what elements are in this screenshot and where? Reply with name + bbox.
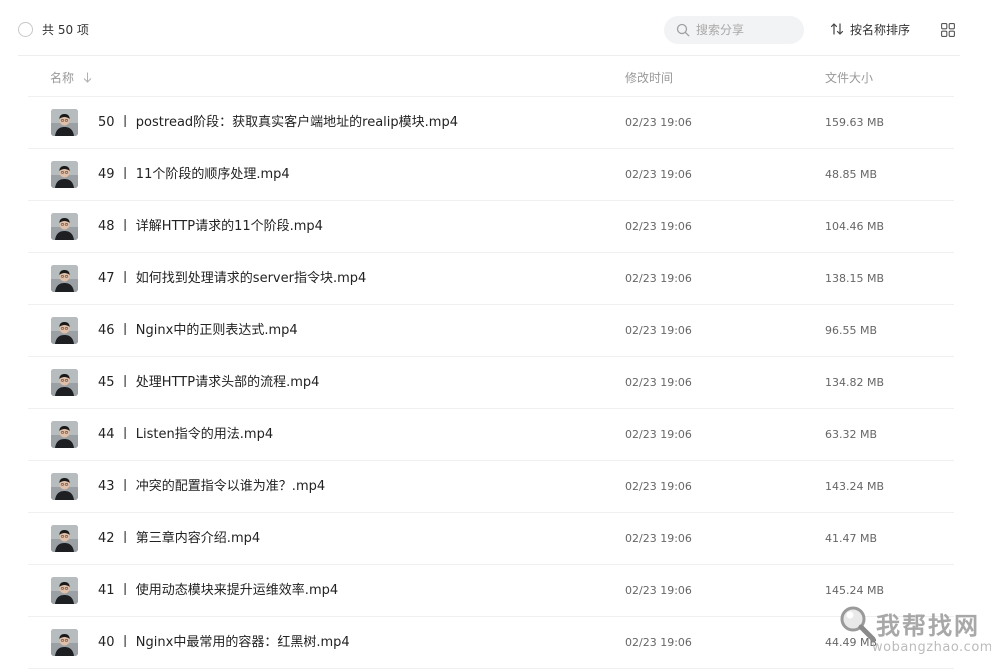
file-row[interactable]: 45 丨 处理HTTP请求头部的流程.mp4 02/23 19:06 134.8…	[28, 357, 954, 409]
toolbar: 共 50 项 按名称排序	[0, 0, 991, 56]
toolbar-divider	[18, 55, 960, 56]
watermark-text: 我帮找网	[876, 612, 980, 640]
file-name[interactable]: 48 丨 详解HTTP请求的11个阶段.mp4	[98, 218, 323, 236]
file-name[interactable]: 49 丨 11个阶段的顺序处理.mp4	[98, 166, 290, 184]
file-size: 104.46 MB	[825, 220, 885, 233]
file-row[interactable]: 40 丨 Nginx中最常用的容器：红黑树.mp4 02/23 19:06 44…	[28, 617, 954, 669]
search-box[interactable]	[664, 16, 804, 44]
file-row[interactable]: 41 丨 使用动态模块来提升运维效率.mp4 02/23 19:06 145.2…	[28, 565, 954, 617]
file-modified-time: 02/23 19:06	[625, 324, 692, 337]
column-name-header[interactable]: 名称	[50, 69, 92, 86]
column-name-label: 名称	[50, 71, 75, 85]
file-modified-time: 02/23 19:06	[625, 584, 692, 597]
column-time-header[interactable]: 修改时间	[625, 69, 673, 86]
file-size: 48.85 MB	[825, 168, 878, 181]
file-name[interactable]: 45 丨 处理HTTP请求头部的流程.mp4	[98, 374, 319, 392]
file-size: 159.63 MB	[825, 116, 885, 129]
video-thumbnail	[51, 525, 78, 552]
file-modified-time: 02/23 19:06	[625, 168, 692, 181]
file-row[interactable]: 47 丨 如何找到处理请求的server指令块.mp4 02/23 19:06 …	[28, 253, 954, 305]
file-modified-time: 02/23 19:06	[625, 376, 692, 389]
video-thumbnail	[51, 109, 78, 136]
file-modified-time: 02/23 19:06	[625, 636, 692, 649]
file-modified-time: 02/23 19:06	[625, 220, 692, 233]
file-name[interactable]: 47 丨 如何找到处理请求的server指令块.mp4	[98, 270, 366, 288]
total-count: 共 50 项	[42, 23, 89, 37]
video-thumbnail	[51, 317, 78, 344]
file-modified-time: 02/23 19:06	[625, 428, 692, 441]
file-row[interactable]: 43 丨 冲突的配置指令以谁为准？.mp4 02/23 19:06 143.24…	[28, 461, 954, 513]
file-name[interactable]: 43 丨 冲突的配置指令以谁为准？.mp4	[98, 478, 325, 496]
file-row[interactable]: 44 丨 Listen指令的用法.mp4 02/23 19:06 63.32 M…	[28, 409, 954, 461]
file-row[interactable]: 46 丨 Nginx中的正则表达式.mp4 02/23 19:06 96.55 …	[28, 305, 954, 357]
video-thumbnail	[51, 421, 78, 448]
watermark-url: wobangzhao.com	[872, 640, 991, 655]
magnifier-icon	[840, 606, 876, 642]
file-size: 134.82 MB	[825, 376, 885, 389]
file-name[interactable]: 50 丨 postread阶段：获取真实客户端地址的realip模块.mp4	[98, 114, 458, 132]
file-size: 143.24 MB	[825, 480, 885, 493]
file-size: 138.15 MB	[825, 272, 885, 285]
file-modified-time: 02/23 19:06	[625, 272, 692, 285]
arrow-down-icon	[83, 72, 92, 83]
file-list: 50 丨 postread阶段：获取真实客户端地址的realip模块.mp4 0…	[28, 97, 954, 669]
column-size-header[interactable]: 文件大小	[825, 69, 873, 86]
sort-button[interactable]: 按名称排序	[830, 22, 910, 38]
grid-view-icon[interactable]	[941, 23, 955, 37]
video-thumbnail	[51, 629, 78, 656]
video-thumbnail	[51, 577, 78, 604]
file-name[interactable]: 40 丨 Nginx中最常用的容器：红黑树.mp4	[98, 634, 350, 652]
file-name[interactable]: 41 丨 使用动态模块来提升运维效率.mp4	[98, 582, 338, 600]
search-icon	[676, 23, 690, 37]
file-modified-time: 02/23 19:06	[625, 480, 692, 493]
file-row[interactable]: 48 丨 详解HTTP请求的11个阶段.mp4 02/23 19:06 104.…	[28, 201, 954, 253]
video-thumbnail	[51, 265, 78, 292]
search-input[interactable]	[696, 22, 796, 38]
file-name[interactable]: 44 丨 Listen指令的用法.mp4	[98, 426, 273, 444]
sort-icon	[830, 23, 844, 35]
file-row[interactable]: 42 丨 第三章内容介绍.mp4 02/23 19:06 41.47 MB	[28, 513, 954, 565]
file-size: 96.55 MB	[825, 324, 878, 337]
sort-label: 按名称排序	[850, 23, 911, 37]
select-all-checkbox[interactable]	[18, 22, 33, 37]
video-thumbnail	[51, 369, 78, 396]
file-name[interactable]: 46 丨 Nginx中的正则表达式.mp4	[98, 322, 298, 340]
file-name[interactable]: 42 丨 第三章内容介绍.mp4	[98, 530, 260, 548]
file-size: 145.24 MB	[825, 584, 885, 597]
file-row[interactable]: 50 丨 postread阶段：获取真实客户端地址的realip模块.mp4 0…	[28, 97, 954, 149]
video-thumbnail	[51, 161, 78, 188]
file-size: 41.47 MB	[825, 532, 878, 545]
file-modified-time: 02/23 19:06	[625, 532, 692, 545]
video-thumbnail	[51, 213, 78, 240]
watermark-logo: 我帮找网 wobangzhao.com	[834, 600, 991, 668]
video-thumbnail	[51, 473, 78, 500]
table-header: 名称 修改时间 文件大小	[28, 60, 954, 97]
file-size: 63.32 MB	[825, 428, 878, 441]
file-modified-time: 02/23 19:06	[625, 116, 692, 129]
file-row[interactable]: 49 丨 11个阶段的顺序处理.mp4 02/23 19:06 48.85 MB	[28, 149, 954, 201]
